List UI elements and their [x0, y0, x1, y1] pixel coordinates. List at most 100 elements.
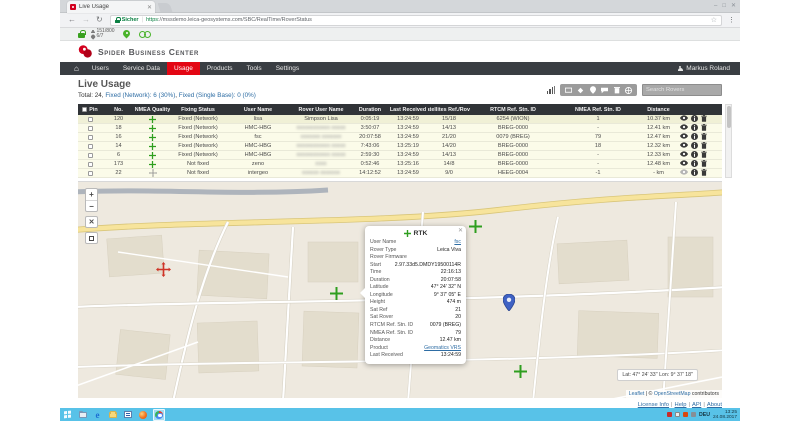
table-row[interactable]: 16Fixed (Network)fscxxxxxxx xxxxxxx20:07…	[78, 133, 722, 142]
col-header-duration[interactable]: Duration	[352, 104, 388, 115]
rover-marker-green-2[interactable]	[469, 220, 482, 238]
col-header-nmea-ref-stn-id[interactable]: NMEA Ref. Stn. ID	[556, 104, 640, 115]
monitor-icon[interactable]	[565, 87, 572, 94]
ssl-lock-icon[interactable]	[115, 17, 120, 23]
col-header-no-[interactable]: No.	[102, 104, 135, 115]
user-menu[interactable]: Markus Roland	[677, 65, 730, 72]
remote-desktop-icon[interactable]	[123, 410, 132, 419]
col-header-rtcm-ref-stn-id[interactable]: RTCM Ref. Stn. ID	[470, 104, 556, 115]
internet-explorer-icon[interactable]: e	[93, 410, 102, 419]
fixed-single-base-link[interactable]: Fixed (Single Base): 0 (0%)	[179, 92, 256, 99]
col-header-satellites-ref-rover[interactable]: Satellites Ref./Rover	[428, 104, 470, 115]
table-row[interactable]: 6Fixed (Network)HMC-HBGxxxxxxxxxxxx xxxx…	[78, 151, 722, 160]
tray-icon-4[interactable]	[691, 412, 696, 417]
diamond-icon[interactable]	[577, 87, 584, 94]
row-checkbox[interactable]	[88, 126, 93, 131]
view-on-map-icon[interactable]	[680, 169, 688, 177]
nav-item-users[interactable]: Users	[85, 62, 116, 75]
table-row[interactable]: 14Fixed (Network)HMC-HBGxxxxxxxxxxxx xxx…	[78, 142, 722, 151]
row-trash-icon[interactable]	[701, 115, 707, 123]
row-trash-icon[interactable]	[701, 151, 707, 159]
zoom-in-button[interactable]: +	[86, 189, 97, 200]
reference-station-pin[interactable]	[503, 294, 515, 316]
rover-info-icon[interactable]	[691, 169, 698, 177]
window-maximize-icon[interactable]: □	[722, 2, 726, 10]
language-indicator[interactable]: DEU	[699, 412, 710, 418]
col-header-distance[interactable]: Distance	[640, 104, 677, 115]
osm-link[interactable]: OpenStreetMap	[654, 391, 691, 397]
col-header-user-name[interactable]: User Name	[226, 104, 290, 115]
select-all-checkbox[interactable]	[82, 107, 87, 112]
window-minimize-icon[interactable]: –	[714, 2, 717, 10]
browser-menu-icon[interactable]: ⋮	[728, 16, 735, 25]
col-header-nmea-quality[interactable]: NMEA Quality	[135, 104, 170, 115]
row-trash-icon[interactable]	[701, 124, 707, 132]
row-trash-icon[interactable]	[701, 169, 707, 177]
browser-tab[interactable]: Live Usage ✕	[67, 1, 155, 13]
nav-item-service-data[interactable]: Service Data	[116, 62, 167, 75]
row-trash-icon[interactable]	[701, 160, 707, 168]
trash-icon[interactable]	[613, 87, 620, 94]
table-row[interactable]: 18Fixed (Network)HMC-HBGxxxxxxxxxxxx xxx…	[78, 124, 722, 133]
zoom-out-button[interactable]: −	[86, 200, 97, 211]
new-tab-button[interactable]	[158, 3, 173, 12]
row-checkbox[interactable]	[88, 162, 93, 167]
col-header-actions[interactable]	[677, 104, 710, 115]
view-on-map-icon[interactable]	[680, 151, 688, 159]
row-trash-icon[interactable]	[701, 142, 707, 150]
connections-button[interactable]	[139, 29, 151, 40]
chat-icon[interactable]	[601, 87, 608, 94]
col-header-last-received[interactable]: Last Received	[388, 104, 428, 115]
row-trash-icon[interactable]	[701, 133, 707, 141]
view-on-map-icon[interactable]	[680, 124, 688, 132]
map-pin-icon[interactable]	[589, 87, 596, 94]
nav-item-tools[interactable]: Tools	[240, 62, 269, 75]
signal-strength-icon[interactable]	[547, 86, 556, 94]
rover-marker-red[interactable]	[156, 262, 171, 282]
positioning-button[interactable]	[121, 29, 133, 40]
scrollbar-thumb[interactable]	[727, 106, 732, 128]
firefox-icon[interactable]	[138, 410, 147, 419]
popup-value-link[interactable]: Geomatics VRS	[424, 345, 461, 353]
row-checkbox[interactable]	[88, 144, 93, 149]
bookmark-star-icon[interactable]: ☆	[711, 16, 717, 24]
view-on-map-icon[interactable]	[680, 142, 688, 150]
map-view[interactable]: + − ✕	[78, 181, 722, 398]
fixed-network-link[interactable]: Fixed (Network): 6 (30%)	[105, 92, 175, 99]
tray-icon-3[interactable]	[683, 412, 688, 417]
nav-item-settings[interactable]: Settings	[269, 62, 307, 75]
fit-extent-button[interactable]	[85, 232, 98, 244]
view-on-map-icon[interactable]	[680, 160, 688, 168]
close-map-button[interactable]: ✕	[85, 216, 98, 228]
row-checkbox[interactable]	[88, 117, 93, 122]
rover-info-icon[interactable]	[691, 151, 698, 159]
popup-value-link[interactable]: fsc	[454, 239, 461, 247]
tray-icon-1[interactable]	[667, 412, 672, 417]
table-row[interactable]: 173Not fixedzenoxxxx0:52:4613:25:1614/8B…	[78, 160, 722, 169]
rover-info-icon[interactable]	[691, 124, 698, 132]
reload-icon[interactable]: ↻	[96, 15, 103, 25]
globe-icon[interactable]	[625, 87, 632, 94]
col-header-pin[interactable]: Pin	[78, 104, 102, 115]
window-close-icon[interactable]: ✕	[731, 2, 736, 10]
nav-item-usage[interactable]: Usage	[167, 62, 200, 75]
table-row[interactable]: 22Not fixedintergeoxxxxxx xxxxxxx14:12:5…	[78, 169, 722, 178]
rover-info-icon[interactable]	[691, 115, 698, 123]
col-header-rover-user-name[interactable]: Rover User Name	[290, 104, 352, 115]
table-row[interactable]: 120Fixed (Network)lisaSimpson Lisa0:05:1…	[78, 115, 722, 124]
rover-info-icon[interactable]	[691, 142, 698, 150]
rover-info-icon[interactable]	[691, 160, 698, 168]
home-icon[interactable]: ⌂	[74, 63, 79, 75]
table-scrollbar[interactable]	[725, 104, 732, 178]
chrome-icon-active[interactable]	[153, 409, 165, 421]
forward-icon[interactable]: →	[82, 15, 90, 25]
rover-info-icon[interactable]	[691, 133, 698, 141]
view-on-map-icon[interactable]	[680, 115, 688, 123]
taskbar-clock[interactable]: 13:25 24.08.2017	[713, 410, 737, 420]
file-explorer-icon[interactable]	[78, 410, 87, 419]
tray-icon-2[interactable]	[675, 412, 680, 417]
row-checkbox[interactable]	[88, 171, 93, 176]
row-checkbox[interactable]	[88, 153, 93, 158]
nav-item-products[interactable]: Products	[200, 62, 240, 75]
folder-icon[interactable]	[108, 410, 117, 419]
